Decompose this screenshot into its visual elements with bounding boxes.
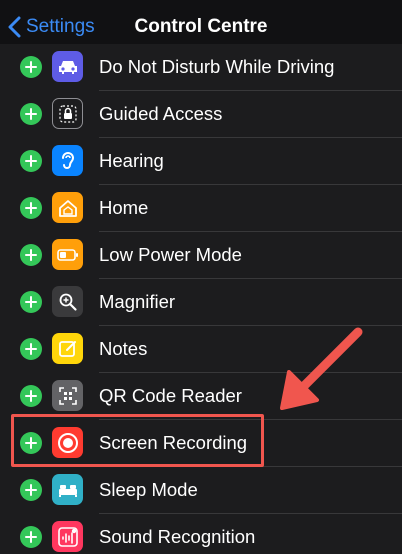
list-item-do-not-disturb-while-driving: Do Not Disturb While Driving bbox=[0, 44, 402, 91]
ear-icon bbox=[52, 145, 83, 176]
qr-code-icon bbox=[52, 380, 83, 411]
magnifier-icon bbox=[52, 286, 83, 317]
item-label: QR Code Reader bbox=[99, 385, 242, 406]
list-item-sound-recognition: Sound Recognition bbox=[0, 514, 402, 554]
item-label: Low Power Mode bbox=[99, 244, 242, 265]
item-label: Notes bbox=[99, 338, 148, 359]
add-button[interactable] bbox=[20, 526, 42, 548]
list-item-guided-access: Guided Access bbox=[0, 91, 402, 138]
more-controls-list: Do Not Disturb While Driving Guided Acce… bbox=[0, 44, 402, 554]
item-label: Magnifier bbox=[99, 291, 176, 312]
house-icon bbox=[52, 192, 83, 223]
add-button[interactable] bbox=[20, 244, 42, 266]
car-icon bbox=[52, 51, 83, 82]
bed-icon bbox=[52, 474, 83, 505]
add-button[interactable] bbox=[20, 103, 42, 125]
add-button[interactable] bbox=[20, 291, 42, 313]
lock-icon bbox=[52, 98, 83, 129]
add-button[interactable] bbox=[20, 150, 42, 172]
add-button[interactable] bbox=[20, 56, 42, 78]
item-label: Sleep Mode bbox=[99, 479, 198, 500]
page-title: Control Centre bbox=[134, 16, 268, 37]
waveform-icon bbox=[52, 521, 83, 552]
item-label: Do Not Disturb While Driving bbox=[99, 56, 335, 77]
item-label: Home bbox=[99, 197, 149, 218]
list-item-hearing: Hearing bbox=[0, 138, 402, 185]
add-button[interactable] bbox=[20, 197, 42, 219]
item-label: Sound Recognition bbox=[99, 526, 256, 547]
list-item-home: Home bbox=[0, 185, 402, 232]
add-button[interactable] bbox=[20, 385, 42, 407]
item-label: Guided Access bbox=[99, 103, 223, 124]
notes-icon bbox=[52, 333, 83, 364]
item-label: Hearing bbox=[99, 150, 164, 171]
list-item-low-power-mode: Low Power Mode bbox=[0, 232, 402, 279]
list-item-magnifier: Magnifier bbox=[0, 279, 402, 326]
battery-icon bbox=[52, 239, 83, 270]
highlight-box bbox=[11, 414, 264, 467]
annotation-arrow-icon bbox=[280, 327, 363, 410]
list-item-sleep-mode: Sleep Mode bbox=[0, 467, 402, 514]
add-button[interactable] bbox=[20, 338, 42, 360]
add-button[interactable] bbox=[20, 479, 42, 501]
